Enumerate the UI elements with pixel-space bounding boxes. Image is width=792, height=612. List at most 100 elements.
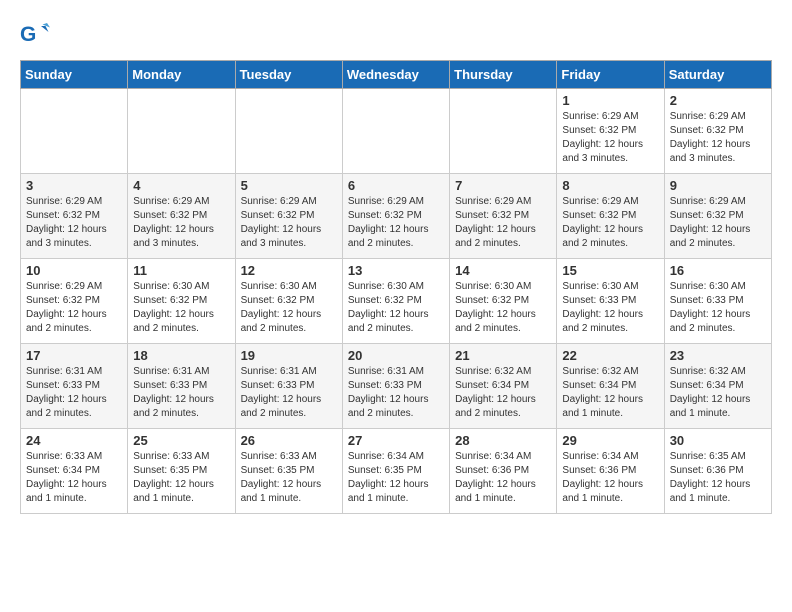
calendar-week-row: 10Sunrise: 6:29 AM Sunset: 6:32 PM Dayli… (21, 259, 772, 344)
logo: G (20, 20, 54, 50)
day-info: Sunrise: 6:32 AM Sunset: 6:34 PM Dayligh… (455, 365, 551, 421)
day-info: Sunrise: 6:29 AM Sunset: 6:32 PM Dayligh… (133, 195, 229, 251)
calendar-cell: 28 Sunrise: 6:34 AM Sunset: 6:36 PM Dayli… (450, 429, 557, 514)
calendar-table: SundayMondayTuesdayWednesdayThursdayFrid… (20, 60, 772, 514)
day-info: Sunrise: 6:32 AM Sunset: 6:34 PM Dayligh… (562, 365, 658, 421)
day-number: 20 (348, 348, 444, 363)
day-info: Sunrise: 6:35 AM Sunset: 6:36 PM Dayligh… (670, 450, 766, 506)
calendar-cell (450, 89, 557, 174)
weekday-header: Wednesday (342, 61, 449, 89)
calendar-cell: 24 Sunrise: 6:33 AM Sunset: 6:34 PM Dayli… (21, 429, 128, 514)
calendar-cell: 22 Sunrise: 6:32 AM Sunset: 6:34 PM Dayli… (557, 344, 664, 429)
calendar-cell: 2Sunrise: 6:29 AM Sunset: 6:32 PM Daylig… (664, 89, 771, 174)
svg-text:G: G (20, 23, 36, 46)
calendar-cell: 23 Sunrise: 6:32 AM Sunset: 6:34 PM Dayli… (664, 344, 771, 429)
day-info: Sunrise: 6:29 AM Sunset: 6:32 PM Dayligh… (670, 195, 766, 251)
day-info: Sunrise: 6:30 AM Sunset: 6:32 PM Dayligh… (455, 280, 551, 336)
day-number: 30 (670, 433, 766, 448)
logo-icon: G (20, 20, 50, 50)
calendar-cell: 6 Sunrise: 6:29 AM Sunset: 6:32 PM Daylig… (342, 174, 449, 259)
day-number: 5 (241, 178, 337, 193)
day-info: Sunrise: 6:31 AM Sunset: 6:33 PM Dayligh… (241, 365, 337, 421)
day-info: Sunrise: 6:29 AM Sunset: 6:32 PM Dayligh… (670, 110, 766, 166)
day-info: Sunrise: 6:31 AM Sunset: 6:33 PM Dayligh… (26, 365, 122, 421)
calendar-cell: 30 Sunrise: 6:35 AM Sunset: 6:36 PM Dayli… (664, 429, 771, 514)
day-info: Sunrise: 6:32 AM Sunset: 6:34 PM Dayligh… (670, 365, 766, 421)
day-number: 28 (455, 433, 551, 448)
weekday-header: Friday (557, 61, 664, 89)
day-number: 7 (455, 178, 551, 193)
day-info: Sunrise: 6:31 AM Sunset: 6:33 PM Dayligh… (133, 365, 229, 421)
day-number: 21 (455, 348, 551, 363)
weekday-header: Tuesday (235, 61, 342, 89)
calendar-week-row: 3 Sunrise: 6:29 AM Sunset: 6:32 PM Daylig… (21, 174, 772, 259)
day-number: 13 (348, 263, 444, 278)
day-info: Sunrise: 6:30 AM Sunset: 6:32 PM Dayligh… (348, 280, 444, 336)
day-info: Sunrise: 6:34 AM Sunset: 6:35 PM Dayligh… (348, 450, 444, 506)
day-info: Sunrise: 6:29 AM Sunset: 6:32 PM Dayligh… (562, 110, 658, 166)
calendar-cell: 12 Sunrise: 6:30 AM Sunset: 6:32 PM Dayli… (235, 259, 342, 344)
page-header: G (20, 20, 772, 50)
day-number: 4 (133, 178, 229, 193)
day-number: 9 (670, 178, 766, 193)
day-info: Sunrise: 6:29 AM Sunset: 6:32 PM Dayligh… (241, 195, 337, 251)
calendar-cell (342, 89, 449, 174)
day-number: 12 (241, 263, 337, 278)
weekday-header: Monday (128, 61, 235, 89)
weekday-header: Sunday (21, 61, 128, 89)
day-info: Sunrise: 6:29 AM Sunset: 6:32 PM Dayligh… (455, 195, 551, 251)
day-number: 16 (670, 263, 766, 278)
day-number: 23 (670, 348, 766, 363)
day-info: Sunrise: 6:33 AM Sunset: 6:34 PM Dayligh… (26, 450, 122, 506)
calendar-cell (21, 89, 128, 174)
calendar-cell: 3Sunrise: 6:29 AM Sunset: 6:32 PM Daylig… (21, 174, 128, 259)
calendar-cell (128, 89, 235, 174)
day-number: 18 (133, 348, 229, 363)
calendar-cell: 1 Sunrise: 6:29 AM Sunset: 6:32 PM Daylig… (557, 89, 664, 174)
day-info: Sunrise: 6:30 AM Sunset: 6:32 PM Dayligh… (241, 280, 337, 336)
day-info: Sunrise: 6:34 AM Sunset: 6:36 PM Dayligh… (562, 450, 658, 506)
day-number: 1 (562, 93, 658, 108)
calendar-cell (235, 89, 342, 174)
day-number: 25 (133, 433, 229, 448)
calendar-cell: 4 Sunrise: 6:29 AM Sunset: 6:32 PM Daylig… (128, 174, 235, 259)
day-info: Sunrise: 6:33 AM Sunset: 6:35 PM Dayligh… (241, 450, 337, 506)
calendar-cell: 17 Sunrise: 6:31 AM Sunset: 6:33 PM Dayli… (21, 344, 128, 429)
day-info: Sunrise: 6:31 AM Sunset: 6:33 PM Dayligh… (348, 365, 444, 421)
weekday-header: Saturday (664, 61, 771, 89)
day-info: Sunrise: 6:30 AM Sunset: 6:32 PM Dayligh… (133, 280, 229, 336)
day-number: 10 (26, 263, 122, 278)
day-number: 19 (241, 348, 337, 363)
day-number: 22 (562, 348, 658, 363)
day-number: 11 (133, 263, 229, 278)
calendar-cell: 10Sunrise: 6:29 AM Sunset: 6:32 PM Dayli… (21, 259, 128, 344)
calendar-cell: 19 Sunrise: 6:31 AM Sunset: 6:33 PM Dayli… (235, 344, 342, 429)
calendar-cell: 16 Sunrise: 6:30 AM Sunset: 6:33 PM Dayli… (664, 259, 771, 344)
day-number: 27 (348, 433, 444, 448)
calendar-cell: 25Sunrise: 6:33 AM Sunset: 6:35 PM Dayli… (128, 429, 235, 514)
day-number: 17 (26, 348, 122, 363)
day-number: 29 (562, 433, 658, 448)
calendar-week-row: 17 Sunrise: 6:31 AM Sunset: 6:33 PM Dayli… (21, 344, 772, 429)
calendar-cell: 27 Sunrise: 6:34 AM Sunset: 6:35 PM Dayli… (342, 429, 449, 514)
day-number: 8 (562, 178, 658, 193)
calendar-cell: 9 Sunrise: 6:29 AM Sunset: 6:32 PM Daylig… (664, 174, 771, 259)
calendar-cell: 21 Sunrise: 6:32 AM Sunset: 6:34 PM Dayli… (450, 344, 557, 429)
day-number: 15 (562, 263, 658, 278)
day-number: 3 (26, 178, 122, 193)
day-info: Sunrise: 6:34 AM Sunset: 6:36 PM Dayligh… (455, 450, 551, 506)
day-info: Sunrise: 6:29 AM Sunset: 6:32 PM Dayligh… (348, 195, 444, 251)
weekday-header: Thursday (450, 61, 557, 89)
day-number: 14 (455, 263, 551, 278)
calendar-cell: 11 Sunrise: 6:30 AM Sunset: 6:32 PM Dayli… (128, 259, 235, 344)
day-number: 6 (348, 178, 444, 193)
day-info: Sunrise: 6:30 AM Sunset: 6:33 PM Dayligh… (670, 280, 766, 336)
calendar-cell: 7 Sunrise: 6:29 AM Sunset: 6:32 PM Daylig… (450, 174, 557, 259)
calendar-cell: 14 Sunrise: 6:30 AM Sunset: 6:32 PM Dayli… (450, 259, 557, 344)
calendar-cell: 20 Sunrise: 6:31 AM Sunset: 6:33 PM Dayli… (342, 344, 449, 429)
calendar-cell: 8Sunrise: 6:29 AM Sunset: 6:32 PM Daylig… (557, 174, 664, 259)
calendar-cell: 18 Sunrise: 6:31 AM Sunset: 6:33 PM Dayli… (128, 344, 235, 429)
day-number: 24 (26, 433, 122, 448)
calendar-cell: 29 Sunrise: 6:34 AM Sunset: 6:36 PM Dayli… (557, 429, 664, 514)
calendar-cell: 13 Sunrise: 6:30 AM Sunset: 6:32 PM Dayli… (342, 259, 449, 344)
